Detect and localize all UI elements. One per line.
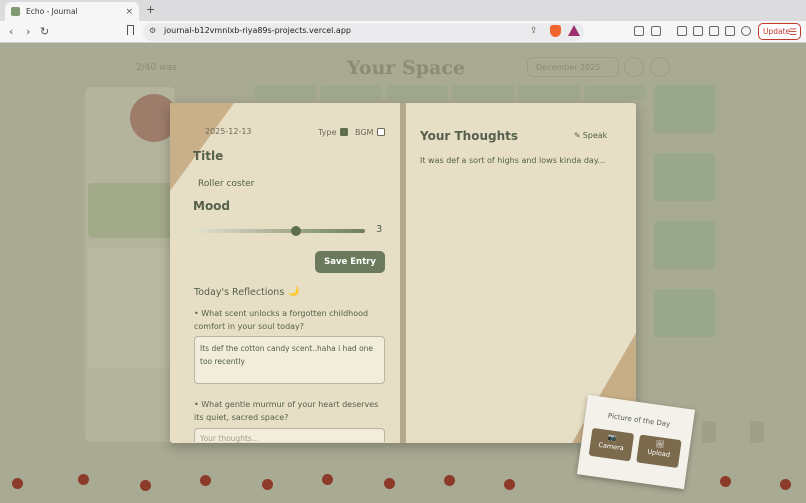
pencil-icon: ✎ [574, 131, 581, 140]
new-tab-button[interactable]: + [146, 3, 155, 16]
gallery-thumb [584, 85, 646, 99]
gallery-thumb [320, 85, 382, 99]
update-label: Update [763, 27, 791, 36]
affirmation-box [88, 183, 172, 238]
bgm-checkbox[interactable] [377, 128, 385, 136]
url-text[interactable]: journal-b12vmnlxb-riya89s-projects.verce… [164, 26, 351, 35]
reflection-answer-input[interactable]: Its def the cotton candy scent..haha i h… [194, 336, 385, 384]
brave-rewards-icon[interactable] [568, 25, 580, 36]
browser-tab-bar: Echo - Journal × + [0, 0, 806, 21]
title-input[interactable]: Roller coster [198, 179, 254, 189]
flower-icon [12, 478, 23, 489]
entry-date: 2025-12-13 [205, 127, 252, 136]
reflection-question: • What gentle murmur of your heart deser… [194, 400, 379, 422]
tab-search-icon[interactable] [651, 26, 661, 36]
mood-slider[interactable] [194, 229, 365, 233]
next-month-icon [650, 57, 670, 77]
tool-icon [702, 421, 716, 443]
gallery-thumb [518, 85, 580, 99]
page-title: Your Space [347, 57, 465, 79]
flower-icon [140, 480, 151, 491]
month-select: December 2025 [527, 57, 619, 77]
forward-icon[interactable]: › [26, 24, 30, 40]
mood-value: 3 [376, 224, 383, 235]
flower-icon [322, 474, 333, 485]
leo-ai-icon[interactable] [725, 26, 735, 36]
decorative-paper-corner [170, 103, 234, 191]
downloads-icon[interactable] [677, 26, 687, 36]
type-checkbox[interactable] [340, 128, 348, 136]
site-favicon-icon [11, 7, 20, 16]
thoughts-title: Your Thoughts [420, 129, 518, 143]
tool-icon [750, 421, 764, 443]
browser-toolbar: ‹ › ↻ ⚙ journal-b12vmnlxb-riya89s-projec… [0, 21, 806, 43]
back-icon[interactable]: ‹ [9, 24, 13, 40]
gallery-thumb [654, 289, 715, 337]
update-button[interactable]: Update ☰ [758, 23, 801, 40]
gallery-thumb [452, 85, 514, 99]
browser-tab[interactable]: Echo - Journal × [5, 2, 139, 21]
gallery-thumb [654, 153, 715, 201]
save-entry-button[interactable]: Save Entry [315, 251, 385, 273]
sidebar-icon[interactable] [693, 26, 703, 36]
reload-icon[interactable]: ↻ [40, 24, 49, 40]
gallery-thumb [654, 85, 715, 133]
book-spine [400, 103, 406, 443]
upload-button[interactable]: 🖼 Upload [636, 434, 682, 469]
speak-label: Speak [582, 131, 608, 140]
mood-slider-handle[interactable] [291, 226, 301, 236]
wallet-icon[interactable] [709, 26, 719, 36]
reflection-answer-input[interactable]: Your thoughts... [194, 428, 385, 443]
prev-month-icon [624, 57, 644, 77]
gallery-thumb [254, 85, 316, 99]
mini-calendar [88, 248, 172, 368]
tab-title: Echo - Journal [26, 7, 78, 16]
camera-button[interactable]: 📷 Camera [588, 427, 635, 462]
vpn-icon[interactable] [741, 26, 751, 36]
bgm-label: BGM [355, 128, 374, 137]
moon-icon: 🌙 [288, 287, 300, 297]
brave-shields-icon[interactable] [550, 25, 561, 37]
picture-of-day-card: Picture of the Day 📷 Camera 🖼 Upload [576, 394, 696, 490]
flower-icon [200, 475, 211, 486]
address-bar[interactable]: ⚙ journal-b12vmnlxb-riya89s-projects.ver… [143, 23, 584, 41]
gallery-thumb [654, 221, 715, 269]
flower-icon [780, 479, 791, 490]
flower-icon [384, 478, 395, 489]
site-info-icon[interactable]: ⚙ [149, 26, 156, 35]
thoughts-textarea[interactable]: It was def a sort of highs and lows kind… [420, 154, 620, 168]
speak-button[interactable]: ✎ Speak [574, 131, 607, 140]
flower-icon [262, 479, 273, 490]
extensions-icon[interactable] [634, 26, 644, 36]
flower-icon [78, 474, 89, 485]
flower-icon [504, 479, 515, 490]
reflections-title: Today's Reflections [194, 287, 285, 298]
share-icon[interactable]: ⇪ [530, 26, 538, 36]
title-label: Title [193, 149, 224, 163]
flower-icon [720, 476, 731, 487]
gallery-thumb [386, 85, 448, 99]
reflection-question: • What scent unlocks a forgotten childho… [194, 309, 369, 331]
background-date: 2/40 was [136, 63, 177, 73]
mood-label: Mood [193, 199, 231, 213]
flower-icon [444, 475, 455, 486]
type-label: Type [318, 128, 337, 137]
bookmark-icon[interactable] [127, 25, 134, 35]
tab-close-icon[interactable]: × [125, 7, 133, 17]
menu-icon: ☰ [788, 28, 797, 38]
